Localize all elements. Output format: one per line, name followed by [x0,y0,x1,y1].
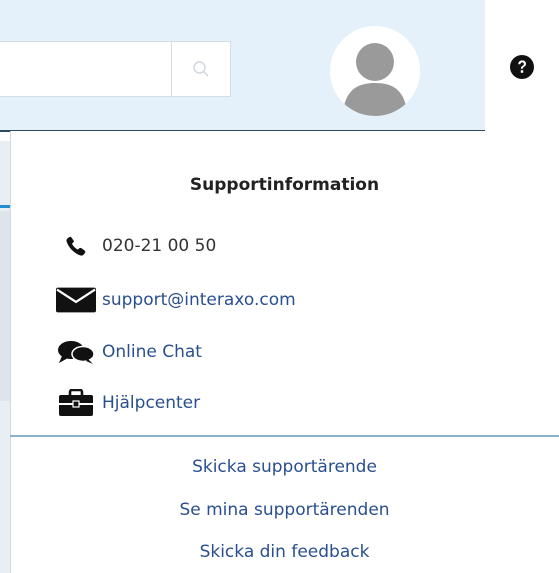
help-menu-button[interactable] [485,0,559,140]
support-divider [10,435,559,437]
background-page-edge [0,141,10,573]
support-email-row[interactable]: support@interaxo.com [56,286,296,314]
support-phone: 020-21 00 50 [102,236,217,256]
online-chat-link[interactable]: Online Chat [102,341,202,363]
search-icon [193,61,209,77]
helpcenter-link[interactable]: Hjälpcenter [102,392,200,414]
phone-icon [56,232,96,260]
user-avatar[interactable] [330,26,420,116]
support-email-link[interactable]: support@interaxo.com [102,289,296,311]
chat-bubbles-icon [56,338,96,366]
support-helpcenter-row[interactable]: Hjälpcenter [56,389,200,417]
search-button[interactable] [171,41,231,97]
user-placeholder-icon [330,26,420,116]
briefcase-icon [56,389,96,417]
support-title: Supportinformation [189,175,380,195]
send-feedback-link[interactable]: Skicka din feedback [10,541,559,563]
envelope-icon [56,286,96,314]
support-phone-row: 020-21 00 50 [56,232,216,260]
background-scroll-area [0,211,10,401]
search-input[interactable] [0,41,172,97]
my-support-tickets-link[interactable]: Se mina supportärenden [10,499,559,521]
support-chat-row[interactable]: Online Chat [56,338,202,366]
background-accent [0,205,10,208]
send-support-ticket-link[interactable]: Skicka supportärende [10,456,559,478]
question-circle-icon [510,55,534,79]
